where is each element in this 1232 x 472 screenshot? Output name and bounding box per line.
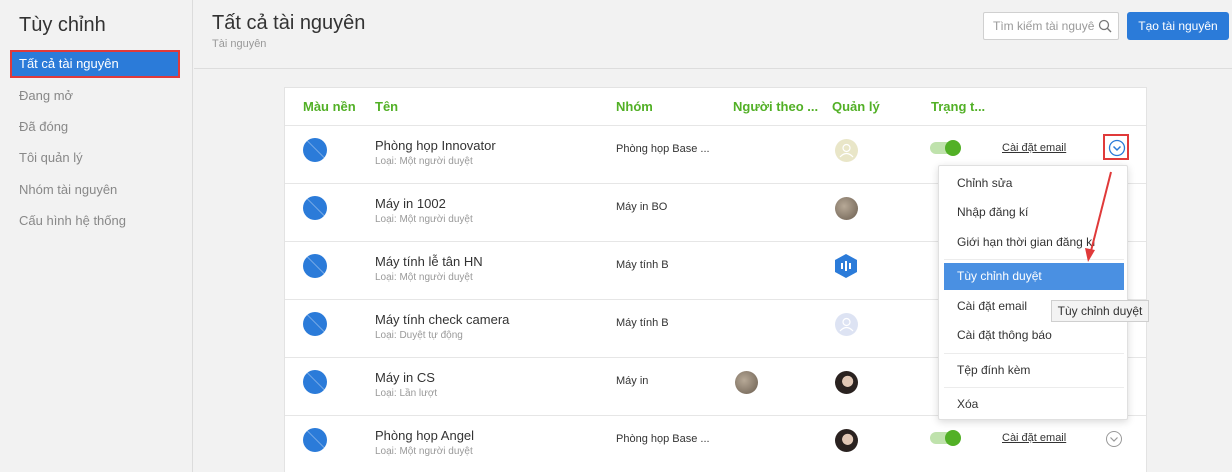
- resource-name[interactable]: Máy in 1002: [375, 196, 446, 211]
- email-settings-link[interactable]: Cài đặt email: [1002, 142, 1066, 154]
- create-resource-button[interactable]: Tạo tài nguyên: [1127, 12, 1229, 40]
- sidebar-item-all-resources[interactable]: Tất cả tài nguyên: [10, 50, 180, 78]
- breadcrumb: Tài nguyên: [212, 38, 267, 50]
- sidebar-item-open[interactable]: Đang mở: [10, 82, 180, 110]
- search-input[interactable]: [984, 13, 1094, 39]
- sidebar: Tùy chỉnh Tất cả tài nguyên Đang mở Đã đ…: [0, 0, 193, 472]
- column-header-group[interactable]: Nhóm: [616, 99, 653, 114]
- manager-avatar: [835, 197, 858, 220]
- sidebar-item-resource-groups[interactable]: Nhóm tài nguyên: [10, 176, 180, 204]
- resource-group: Phòng họp Base ...: [616, 143, 710, 155]
- color-swatch: [303, 138, 327, 162]
- row-actions-button[interactable]: [1103, 134, 1129, 160]
- sidebar-item-closed[interactable]: Đã đóng: [10, 113, 180, 141]
- manager-avatar: [835, 139, 858, 162]
- resource-group: Máy in: [616, 375, 649, 387]
- menu-item-import-registration[interactable]: Nhập đăng kí: [944, 199, 1124, 226]
- menu-item-registration-time-limit[interactable]: Giới hạn thời gian đăng kí: [944, 229, 1124, 256]
- header-divider: [194, 68, 1232, 69]
- resource-group: Máy tính B: [616, 259, 669, 271]
- menu-item-custom-approval[interactable]: Tùy chỉnh duyệt: [944, 263, 1124, 290]
- color-swatch: [303, 428, 327, 452]
- status-toggle[interactable]: [930, 430, 961, 446]
- chevron-down-icon: [1108, 139, 1126, 157]
- status-toggle[interactable]: [930, 140, 961, 156]
- row-actions-chevron-icon[interactable]: [1105, 430, 1123, 448]
- menu-item-attachments[interactable]: Tệp đính kèm: [944, 357, 1124, 384]
- resource-type: Loại: Duyệt tự động: [375, 330, 463, 341]
- manager-avatar: [835, 313, 858, 336]
- color-swatch: [303, 254, 327, 278]
- follower-avatar: [735, 371, 758, 394]
- menu-item-edit[interactable]: Chỉnh sửa: [944, 170, 1124, 197]
- resource-type: Loại: Một người duyệt: [375, 446, 473, 457]
- column-header-color[interactable]: Màu nền: [303, 99, 356, 114]
- column-header-followers[interactable]: Người theo ...: [733, 99, 818, 114]
- resource-group: Máy in BO: [616, 201, 668, 213]
- menu-divider: [944, 259, 1124, 260]
- search-icon[interactable]: [1098, 19, 1112, 33]
- menu-divider: [944, 353, 1124, 354]
- resource-type: Loại: Một người duyệt: [375, 156, 473, 167]
- color-swatch: [303, 196, 327, 220]
- resource-type: Loại: Một người duyệt: [375, 214, 473, 225]
- search-box: [983, 12, 1119, 40]
- sidebar-item-managed[interactable]: Tôi quản lý: [10, 144, 180, 172]
- resource-name[interactable]: Máy tính check camera: [375, 312, 509, 327]
- column-header-manager[interactable]: Quản lý: [832, 99, 880, 114]
- color-swatch: [303, 312, 327, 336]
- email-settings-link[interactable]: Cài đặt email: [1002, 432, 1066, 444]
- column-header-status[interactable]: Trạng t...: [931, 99, 985, 114]
- manager-logo-icon: [835, 254, 857, 278]
- resource-name[interactable]: Phòng họp Angel: [375, 428, 474, 443]
- page-title: Tất cả tài nguyên: [212, 12, 366, 34]
- menu-item-notification-settings[interactable]: Cài đặt thông báo: [944, 322, 1124, 349]
- color-swatch: [303, 370, 327, 394]
- menu-divider: [944, 387, 1124, 388]
- resource-name[interactable]: Phòng họp Innovator: [375, 138, 496, 153]
- sidebar-title: Tùy chỉnh: [19, 14, 106, 36]
- resource-group: Máy tính B: [616, 317, 669, 329]
- column-header-name[interactable]: Tên: [375, 99, 398, 114]
- manager-avatar: [835, 429, 858, 452]
- resource-name[interactable]: Máy tính lễ tân HN: [375, 254, 483, 269]
- resource-type: Loại: Một người duyệt: [375, 272, 473, 283]
- row-actions-menu: Chỉnh sửa Nhập đăng kí Giới hạn thời gia…: [938, 165, 1128, 420]
- table-row[interactable]: Phòng họp Angel Loại: Một người duyệt Ph…: [285, 415, 1146, 472]
- menu-item-delete[interactable]: Xóa: [944, 391, 1124, 418]
- manager-avatar: [835, 371, 858, 394]
- resource-group: Phòng họp Base ...: [616, 433, 710, 445]
- sidebar-item-system-config[interactable]: Cấu hình hệ thống: [10, 207, 180, 235]
- resource-name[interactable]: Máy in CS: [375, 370, 435, 385]
- tooltip: Tùy chỉnh duyệt: [1051, 300, 1149, 322]
- resource-type: Loại: Lần lượt: [375, 388, 438, 399]
